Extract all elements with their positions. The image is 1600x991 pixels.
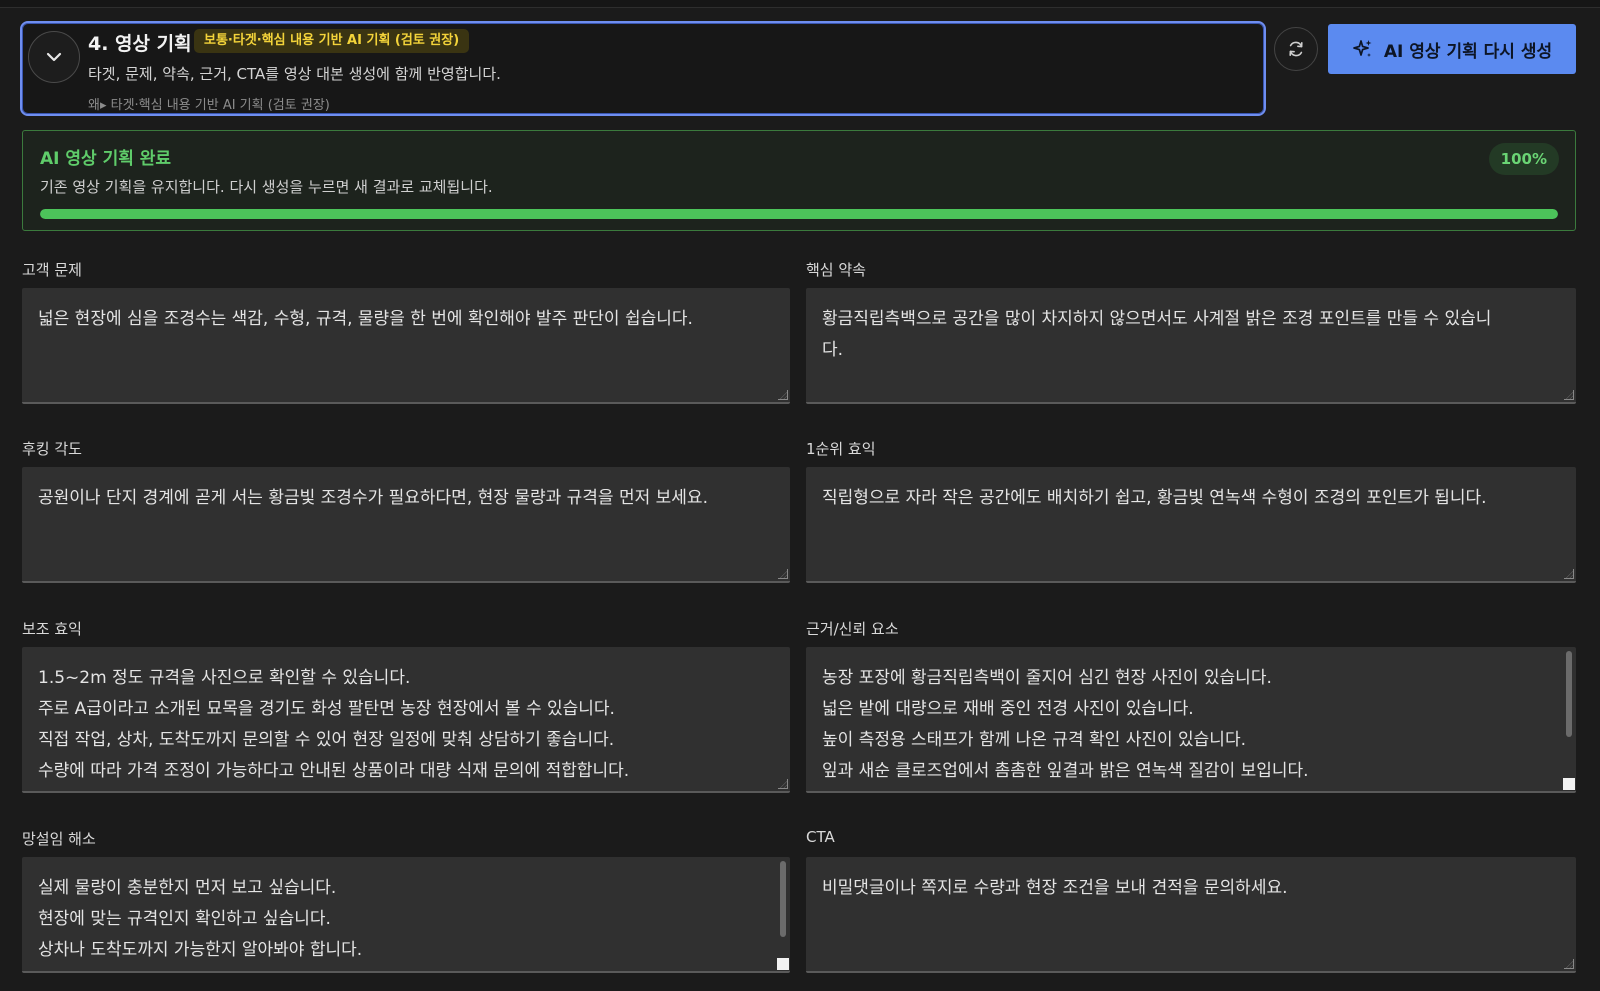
text-line: 높이 측정용 스태프가 함께 나온 규격 확인 사진이 있습니다. xyxy=(822,730,1246,750)
status-description: 기존 영상 기획을 유지합니다. 다시 생성을 누르면 새 결과로 교체됩니다. xyxy=(40,178,493,196)
hook-angle-textarea[interactable]: 공원이나 단지 경계에 곧게 서는 황금빛 조경수가 필요하다면, 현장 물량과… xyxy=(22,467,790,583)
text-line: 농장 포장에 황금직립측백이 줄지어 심긴 현장 사진이 있습니다. xyxy=(822,668,1272,688)
text-line: 수량별 가격이 어떻게 달라지는지 문의해야 합니다. xyxy=(38,966,774,971)
text-line: 1.5~2m 정도 규격을 사진으로 확인할 수 있습니다. xyxy=(38,668,411,688)
refresh-icon xyxy=(1289,41,1303,57)
text-line: 다. xyxy=(822,340,844,360)
hesitation-scrollbar[interactable] xyxy=(780,861,786,937)
evidence-scrollbar[interactable] xyxy=(1566,651,1572,737)
resize-grip-icon[interactable] xyxy=(1563,778,1575,790)
text-line: 넓은 밭에 대량으로 재배 중인 전경 사진이 있습니다. xyxy=(822,699,1194,719)
resize-grip-icon[interactable] xyxy=(778,779,788,789)
section-description: 타겟, 문제, 약속, 근거, CTA를 영상 대본 생성에 함께 반영합니다. xyxy=(88,65,501,83)
sub-benefit-label: 보조 효익 xyxy=(22,620,82,638)
evidence-textarea[interactable]: 농장 포장에 황금직립측백이 줄지어 심긴 현장 사진이 있습니다. 넓은 밭에 … xyxy=(806,647,1576,793)
top-benefit-label: 1순위 효익 xyxy=(806,440,876,458)
sparkles-icon xyxy=(1353,40,1372,57)
customer-problem-textarea[interactable]: 넓은 현장에 심을 조경수는 색감, 수형, 규격, 물량을 한 번에 확인해야… xyxy=(22,288,790,404)
evidence-label: 근거/신뢰 요소 xyxy=(806,620,899,638)
customer-problem-label: 고객 문제 xyxy=(22,261,82,279)
status-card: AI 영상 기획 완료 기존 영상 기획을 유지합니다. 다시 생성을 누르면 … xyxy=(22,130,1576,231)
chevron-down-icon xyxy=(46,52,62,62)
sub-benefit-textarea[interactable]: 1.5~2m 정도 규격을 사진으로 확인할 수 있습니다. 주로 A급이라고 소… xyxy=(22,647,790,793)
customer-problem-text: 넓은 현장에 심을 조경수는 색감, 수형, 규격, 물량을 한 번에 확인해야… xyxy=(38,304,774,335)
hesitation-text: 실제 물량이 충분한지 먼저 보고 싶습니다. 현장에 맞는 규격인지 확인하고 … xyxy=(38,873,774,971)
level-badge: 보통·타겟·핵심 내용 기반 AI 기획 (검토 권장) xyxy=(194,29,470,53)
section-why-note: 왜▸ 타겟·핵심 내용 기반 AI 기획 (검토 권장) xyxy=(88,98,330,113)
top-divider xyxy=(0,0,1600,8)
top-benefit-text: 직립형으로 자라 작은 공간에도 배치하기 쉽고, 황금빛 연녹색 수형이 조경… xyxy=(822,483,1560,514)
refresh-button[interactable] xyxy=(1274,27,1318,71)
sub-benefit-text: 1.5~2m 정도 규격을 사진으로 확인할 수 있습니다. 주로 A급이라고 소… xyxy=(38,663,774,787)
cta-label: CTA xyxy=(806,828,835,846)
top-benefit-textarea[interactable]: 직립형으로 자라 작은 공간에도 배치하기 쉽고, 황금빛 연녹색 수형이 조경… xyxy=(806,467,1576,583)
text-line: 실제 물량이 충분한지 먼저 보고 싶습니다. xyxy=(38,878,337,898)
text-line: 넓은 현장에 심을 조경수는 색감, 수형, 규격, 물량을 한 번에 확인해야… xyxy=(38,309,693,329)
hook-angle-text: 공원이나 단지 경계에 곧게 서는 황금빛 조경수가 필요하다면, 현장 물량과… xyxy=(38,483,774,514)
regenerate-ai-plan-button[interactable]: AI 영상 기획 다시 생성 xyxy=(1328,24,1576,74)
progress-bar-fill xyxy=(40,209,1558,219)
status-title: AI 영상 기획 완료 xyxy=(40,149,172,169)
text-line: 주로 A급이라고 소개된 묘목을 경기도 화성 팔탄면 농장 현장에서 볼 수 … xyxy=(38,699,615,719)
resize-grip-icon[interactable] xyxy=(777,958,789,970)
hesitation-label: 망설임 해소 xyxy=(22,830,96,848)
collapse-button[interactable] xyxy=(28,31,80,83)
text-line: 현장에 맞는 규격인지 확인하고 싶습니다. xyxy=(38,909,331,929)
section-title: 4. 영상 기획 xyxy=(88,33,192,55)
text-line: 수량에 따라 가격 조정이 가능하다고 안내된 상품이라 대량 식재 문의에 적… xyxy=(38,761,630,781)
evidence-text: 농장 포장에 황금직립측백이 줄지어 심긴 현장 사진이 있습니다. 넓은 밭에 … xyxy=(822,663,1560,791)
text-line: 상차나 도착도까지 가능한지 알아봐야 합니다. xyxy=(38,940,363,960)
hesitation-textarea[interactable]: 실제 물량이 충분한지 먼저 보고 싶습니다. 현장에 맞는 규격인지 확인하고 … xyxy=(22,857,790,973)
text-line: 직접 작업, 상차, 도착도까지 문의할 수 있어 현장 일정에 맞춰 상담하기… xyxy=(38,730,615,750)
resize-grip-icon[interactable] xyxy=(778,390,788,400)
core-promise-text: 황금직립측백으로 공간을 많이 차지하지 않으면서도 사계절 밝은 조경 포인트… xyxy=(822,304,1560,366)
section-header-card[interactable]: 4. 영상 기획 보통·타겟·핵심 내용 기반 AI 기획 (검토 권장) 타겟… xyxy=(20,21,1266,116)
text-line: 잎과 새순 클로즈업에서 촘촘한 잎결과 밝은 연녹색 질감이 보입니다. xyxy=(822,761,1309,781)
resize-grip-icon[interactable] xyxy=(778,569,788,579)
cta-text: 비밀댓글이나 쪽지로 수량과 현장 조건을 보내 견적을 문의하세요. xyxy=(822,873,1560,904)
resize-grip-icon[interactable] xyxy=(1564,959,1574,969)
regenerate-button-label: AI 영상 기획 다시 생성 xyxy=(1383,41,1553,62)
core-promise-label: 핵심 약속 xyxy=(806,261,866,279)
progress-percent-badge: 100% xyxy=(1488,143,1559,175)
cta-textarea[interactable]: 비밀댓글이나 쪽지로 수량과 현장 조건을 보내 견적을 문의하세요. xyxy=(806,857,1576,973)
resize-grip-icon[interactable] xyxy=(1564,569,1574,579)
hook-angle-label: 후킹 각도 xyxy=(22,440,82,458)
text-line: 비밀댓글이나 쪽지로 수량과 현장 조건을 보내 견적을 문의하세요. xyxy=(822,878,1288,898)
text-line: 공원이나 단지 경계에 곧게 서는 황금빛 조경수가 필요하다면, 현장 물량과… xyxy=(38,488,708,508)
text-line: 이묘에 걸리면 현상 하되면 이되기도지 1.5~2m 정도, 주로 A급, 상… xyxy=(822,787,1560,791)
text-line: 직립형으로 자라 작은 공간에도 배치하기 쉽고, 황금빛 연녹색 수형이 조경… xyxy=(822,488,1487,508)
progress-bar xyxy=(40,209,1558,219)
core-promise-textarea[interactable]: 황금직립측백으로 공간을 많이 차지하지 않으면서도 사계절 밝은 조경 포인트… xyxy=(806,288,1576,404)
text-line: 황금직립측백으로 공간을 많이 차지하지 않으면서도 사계절 밝은 조경 포인트… xyxy=(822,309,1492,329)
resize-grip-icon[interactable] xyxy=(1564,390,1574,400)
